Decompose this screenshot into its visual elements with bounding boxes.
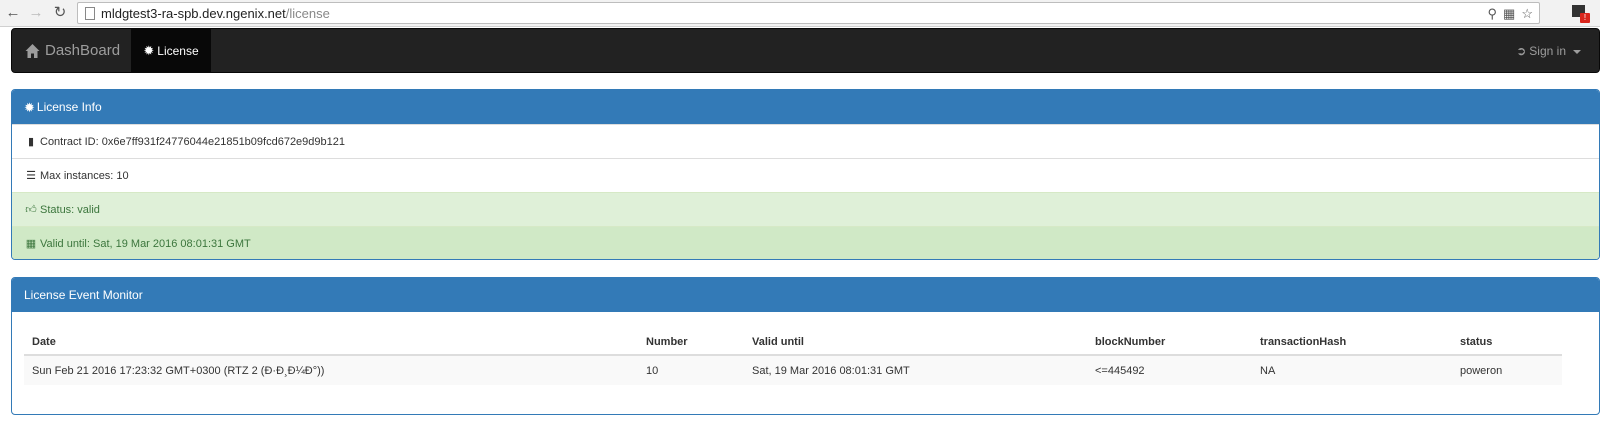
address-bar[interactable]: mldgtest3-ra-spb.dev.ngenix.net/license … (77, 2, 1540, 24)
gear-icon: ✹ (24, 99, 35, 115)
column-header-block-number: blockNumber (1087, 330, 1252, 356)
extension-icon[interactable]: ! (1570, 3, 1590, 23)
event-table-wrap: Date Number Valid until blockNumber tran… (12, 312, 1599, 414)
page-icon (85, 7, 95, 20)
license-info-title: License Info (36, 100, 102, 114)
cell-transaction-hash: NA (1252, 355, 1452, 385)
arrow-right-icon: → (28, 4, 44, 21)
contract-id-text: Contract ID: 0x6e7ff931f24776044e21851b0… (40, 135, 346, 148)
cell-status: poweron (1452, 355, 1562, 385)
home-icon (25, 43, 40, 58)
tab-license-label: License (157, 43, 199, 58)
event-monitor-heading: License Event Monitor (12, 278, 1599, 312)
brand-label: DashBoard (45, 42, 121, 59)
navbar: DashBoard ✹ License ➲ Sign in (11, 28, 1600, 73)
cell-date: Sun Feb 21 2016 17:23:32 GMT+0300 (RTZ 2… (24, 355, 638, 385)
address-icons: ⚲ ▦ ☆ (1488, 6, 1533, 22)
event-table: Date Number Valid until blockNumber tran… (24, 330, 1562, 385)
table-row: Sun Feb 21 2016 17:23:32 GMT+0300 (RTZ 2… (24, 355, 1562, 385)
valid-until-text: Valid until: Sat, 19 Mar 2016 08:01:31 G… (40, 237, 251, 250)
column-header-number: Number (638, 330, 744, 356)
back-button[interactable]: ← (4, 4, 22, 22)
arrow-left-icon: ← (5, 4, 21, 21)
cell-valid-until: Sat, 19 Mar 2016 08:01:31 GMT (744, 355, 1087, 385)
status-row: 👍︎ Status: valid (12, 192, 1599, 226)
cell-number: 10 (638, 355, 744, 385)
column-header-transaction-hash: transactionHash (1252, 330, 1452, 356)
column-header-valid-until: Valid until (744, 330, 1087, 356)
key-icon[interactable]: ⚲ (1488, 6, 1498, 22)
max-instances-text: Max instances: 10 (40, 169, 129, 182)
column-header-status: status (1452, 330, 1562, 356)
tasks-icon: ☰ (26, 170, 36, 182)
star-icon[interactable]: ☆ (1521, 6, 1533, 22)
event-monitor-title: License Event Monitor (24, 288, 143, 302)
calendar-icon: ▦ (25, 238, 37, 250)
signin-dropdown[interactable]: ➲ Sign in (1516, 29, 1581, 72)
file-icon: ▮ (27, 136, 35, 148)
tab-license[interactable]: ✹ License (131, 29, 211, 72)
max-instances-row: ☰ Max instances: 10 (12, 158, 1599, 192)
license-info-heading: ✹ License Info (12, 90, 1599, 124)
license-info-panel: ✹ License Info ▮ Contract ID: 0x6e7ff931… (11, 89, 1600, 260)
browser-toolbar: ← → ↻ mldgtest3-ra-spb.dev.ngenix.net/li… (0, 0, 1600, 27)
caret-down-icon (1573, 49, 1581, 54)
gear-icon: ✹ (143, 43, 155, 58)
signin-label: Sign in (1529, 43, 1566, 58)
reload-button[interactable]: ↻ (51, 4, 69, 22)
forward-button[interactable]: → (27, 4, 45, 22)
table-header-row: Date Number Valid until blockNumber tran… (24, 330, 1562, 356)
column-header-date: Date (24, 330, 638, 356)
status-text: Status: valid (40, 203, 100, 216)
login-icon: ➲ (1516, 43, 1527, 58)
reload-icon: ↻ (53, 4, 67, 21)
thumbs-up-icon: 👍︎ (25, 204, 37, 216)
contract-id-row: ▮ Contract ID: 0x6e7ff931f24776044e21851… (12, 124, 1599, 158)
brand-link[interactable]: DashBoard (24, 29, 120, 72)
extension-badge: ! (1580, 13, 1590, 23)
translate-icon[interactable]: ▦ (1503, 6, 1515, 22)
cell-block-number: <=445492 (1087, 355, 1252, 385)
valid-until-row: ▦ Valid until: Sat, 19 Mar 2016 08:01:31… (12, 226, 1599, 259)
url-path: /license (285, 6, 330, 21)
event-monitor-panel: License Event Monitor Date Number Valid … (11, 277, 1600, 415)
url-host: mldgtest3-ra-spb.dev.ngenix.net (101, 6, 286, 21)
url-text[interactable]: mldgtest3-ra-spb.dev.ngenix.net/license (101, 6, 330, 22)
